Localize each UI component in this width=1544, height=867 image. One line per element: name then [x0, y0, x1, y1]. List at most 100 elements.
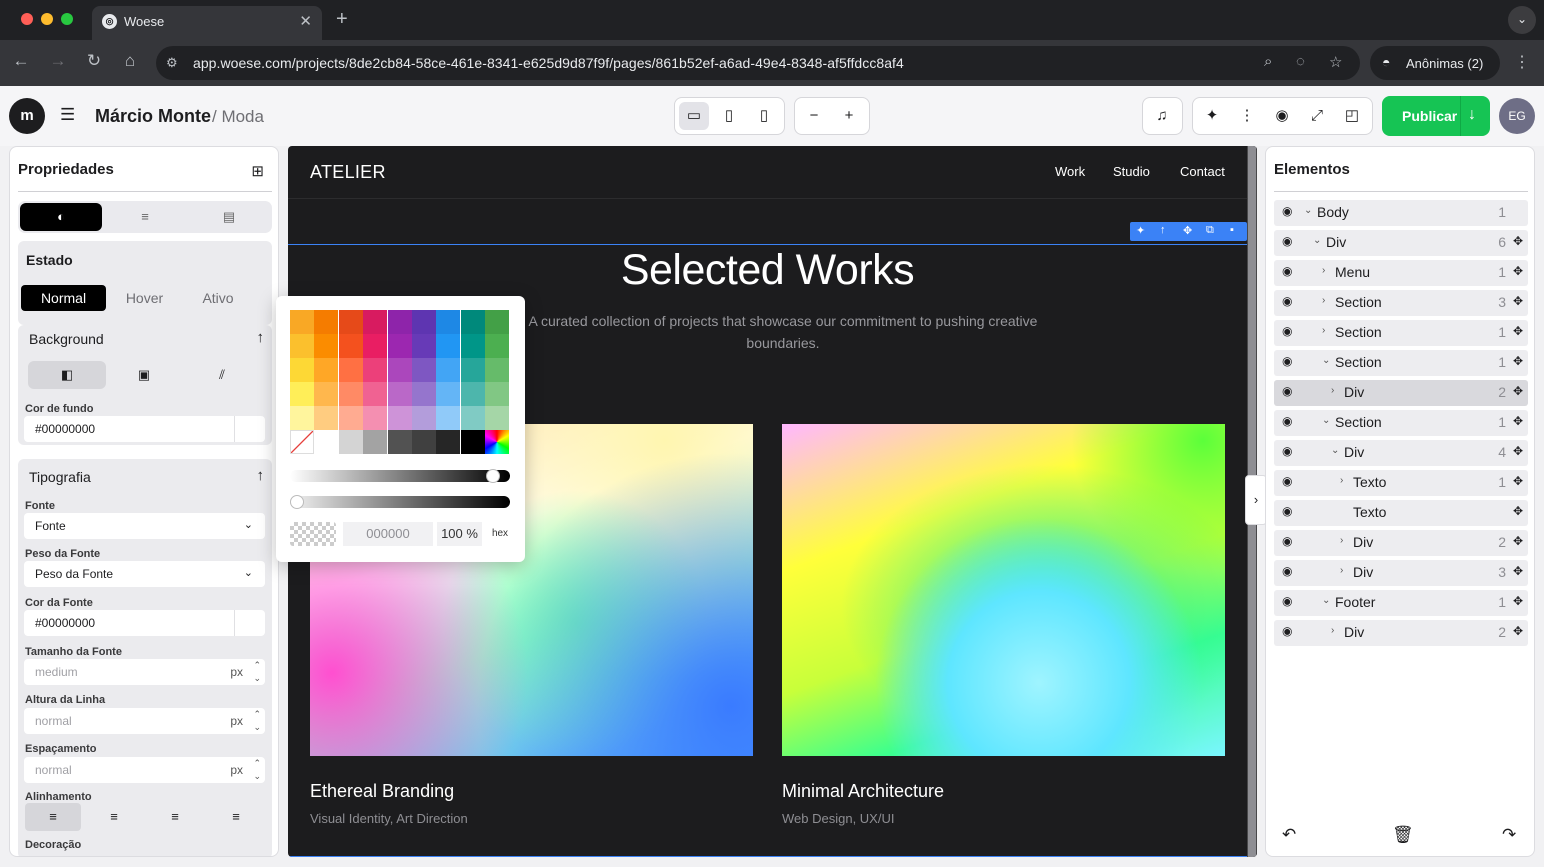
color-swatch[interactable] — [338, 430, 363, 454]
transparent-swatch[interactable] — [290, 430, 314, 454]
chevron-down-icon[interactable]: ⌄ — [1304, 205, 1312, 216]
close-window-button[interactable] — [21, 13, 33, 25]
stepper-icon[interactable]: ⌃ ⌄ — [253, 757, 261, 783]
headphones-icon[interactable]: ♫ — [1147, 102, 1177, 130]
align-left-icon[interactable]: ≡ — [25, 803, 81, 831]
drag-move-icon[interactable]: ✥ — [1513, 384, 1523, 398]
app-logo[interactable]: m — [9, 98, 45, 134]
lightness-slider[interactable] — [290, 469, 510, 483]
font-color-value[interactable]: #00000000 — [35, 616, 95, 630]
incognito-profile-button[interactable]: ◓ Anônimas (2) — [1370, 46, 1500, 80]
visibility-eye-icon[interactable]: ◉ — [1282, 444, 1292, 458]
new-tab-button[interactable]: + — [336, 8, 348, 31]
font-weight-select[interactable]: Peso da Fonte ⌄ — [24, 561, 265, 587]
settings-sliders-icon[interactable]: ☰ — [60, 105, 75, 125]
tree-row[interactable]: ◉ › Section 1 ✥ — [1274, 320, 1528, 346]
visibility-eye-icon[interactable]: ◉ — [1282, 384, 1292, 398]
font-color-field[interactable]: #00000000 — [24, 610, 265, 636]
drag-move-icon[interactable]: ✥ — [1513, 354, 1523, 368]
visibility-eye-icon[interactable]: ◉ — [1282, 234, 1292, 248]
color-swatch[interactable] — [338, 382, 363, 406]
maximize-window-button[interactable] — [61, 13, 73, 25]
ai-sparkles-icon[interactable]: ✦ — [1197, 102, 1227, 130]
color-mode-toggle[interactable]: hex — [488, 522, 512, 546]
avatar[interactable]: EG — [1499, 98, 1535, 134]
color-swatch[interactable] — [387, 382, 412, 406]
card-title[interactable]: Minimal Architecture — [782, 781, 944, 802]
zoom-in-icon[interactable]: + — [834, 102, 864, 130]
bg-image-type-icon[interactable]: ▣ — [106, 361, 182, 389]
duplicate-icon[interactable]: ⧉ — [1206, 224, 1214, 237]
drag-move-icon[interactable]: ✥ — [1513, 234, 1523, 248]
eye-slash-icon[interactable]: ◌ — [1296, 53, 1305, 70]
redo-icon[interactable]: ↷ — [1502, 825, 1516, 845]
color-swatch[interactable] — [436, 358, 461, 382]
bg-color-field[interactable]: #00000000 — [24, 416, 265, 442]
tab-css-file-icon[interactable]: ▤ — [188, 203, 270, 231]
drag-move-icon[interactable]: ✥ — [1513, 324, 1523, 338]
color-swatch[interactable] — [314, 382, 339, 406]
color-swatch[interactable] — [485, 334, 510, 358]
visibility-eye-icon[interactable]: ◉ — [1282, 534, 1292, 548]
drag-move-icon[interactable]: ✥ — [1513, 474, 1523, 488]
address-bar[interactable]: ⚙ app.woese.com/projects/8de2cb84-58ce-4… — [156, 46, 1360, 80]
color-swatch[interactable] — [436, 334, 461, 358]
hero-title[interactable]: Selected Works — [288, 246, 1247, 295]
bg-color-value[interactable]: #00000000 — [35, 422, 95, 436]
font-size-input[interactable]: medium px ⌃ ⌄ — [24, 659, 265, 685]
font-color-swatch[interactable] — [234, 610, 265, 636]
chevron-right-icon[interactable]: › — [1340, 535, 1343, 546]
stepper-icon[interactable]: ⌃ ⌄ — [253, 708, 261, 734]
color-swatch[interactable] — [290, 406, 314, 430]
color-swatch[interactable] — [485, 382, 510, 406]
visibility-eye-icon[interactable]: ◉ — [1282, 474, 1292, 488]
line-height-input[interactable]: normal px ⌃ ⌄ — [24, 708, 265, 734]
color-swatch[interactable] — [363, 334, 388, 358]
delete-icon[interactable]: ▪ — [1230, 224, 1234, 236]
align-justify-icon[interactable]: ≡ — [208, 803, 264, 831]
reload-icon[interactable]: ↻ — [83, 51, 105, 71]
color-swatch[interactable] — [460, 430, 485, 454]
chevron-down-icon[interactable]: ⌄ — [1322, 595, 1330, 606]
layout-grid-icon[interactable]: ⊞ — [251, 162, 264, 180]
tree-row[interactable]: ◉ › Div 2 ✥ — [1274, 380, 1528, 406]
stepper-icon[interactable]: ⌃ ⌄ — [253, 659, 261, 685]
drag-move-icon[interactable]: ✥ — [1513, 594, 1523, 608]
card-title[interactable]: Ethereal Branding — [310, 781, 454, 802]
bg-gradient-type-icon[interactable]: ⫽ — [184, 361, 260, 389]
color-swatch[interactable] — [314, 430, 339, 454]
bookmark-star-icon[interactable]: ☆ — [1329, 53, 1342, 71]
letter-spacing-input[interactable]: normal px ⌃ ⌄ — [24, 757, 265, 783]
slider-knob[interactable] — [486, 469, 500, 483]
color-swatch[interactable] — [387, 430, 412, 454]
align-right-icon[interactable]: ≡ — [147, 803, 203, 831]
browser-tab[interactable]: ◎ Woese ✕ — [92, 6, 322, 40]
color-swatch[interactable] — [436, 406, 461, 430]
color-swatch[interactable] — [460, 406, 485, 430]
tab-settings-sliders-icon[interactable]: ≡ — [104, 203, 186, 231]
visibility-eye-icon[interactable]: ◉ — [1282, 264, 1292, 278]
chevron-right-icon[interactable]: › — [1340, 475, 1343, 486]
color-swatch[interactable] — [460, 382, 485, 406]
visibility-eye-icon[interactable]: ◉ — [1282, 294, 1292, 308]
visibility-eye-icon[interactable]: ◉ — [1282, 324, 1292, 338]
color-swatch[interactable] — [485, 358, 510, 382]
desktop-view-icon[interactable]: ▭ — [679, 102, 709, 130]
tablet-view-icon[interactable]: ▯ — [714, 102, 744, 130]
color-swatch[interactable] — [460, 310, 485, 334]
zoom-icon[interactable]: ⌕ — [1264, 53, 1272, 70]
color-swatch[interactable] — [314, 406, 339, 430]
tab-search-chevron-icon[interactable]: ⌄ — [1508, 6, 1536, 34]
tree-row[interactable]: ◉ › Texto 1 ✥ — [1274, 470, 1528, 496]
card-tags[interactable]: Visual Identity, Art Direction — [310, 811, 468, 826]
color-swatch[interactable] — [363, 310, 388, 334]
color-swatch[interactable] — [290, 310, 314, 334]
color-swatch[interactable] — [314, 334, 339, 358]
publish-button[interactable]: Publicar ↓ — [1382, 96, 1490, 136]
tree-row[interactable]: ◉ › Menu 1 ✥ — [1274, 260, 1528, 286]
chevron-right-icon[interactable]: › — [1322, 295, 1325, 306]
state-active[interactable]: Ativo — [183, 285, 253, 311]
color-swatch[interactable] — [290, 358, 314, 382]
minimize-window-button[interactable] — [41, 13, 53, 25]
card-tags[interactable]: Web Design, UX/UI — [782, 811, 894, 826]
